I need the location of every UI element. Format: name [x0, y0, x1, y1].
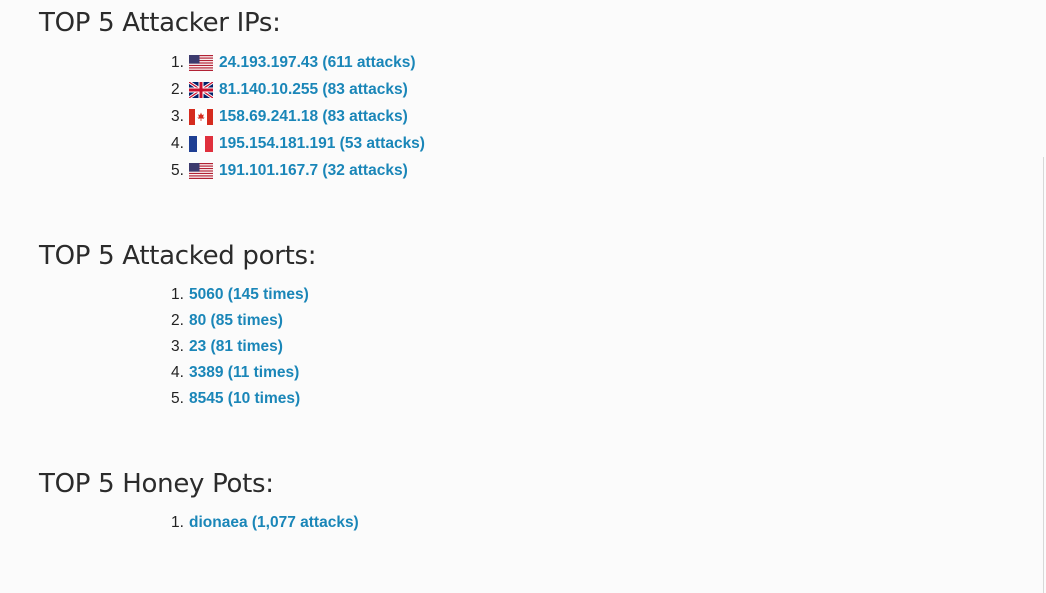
attacker-ip-link[interactable]: 81.140.10.255 (83 attacks) [219, 76, 408, 103]
port-link[interactable]: 8545 (10 times) [189, 386, 300, 412]
list-item: 1. 24.193.197.43 (611 attacks) [171, 49, 425, 76]
honey-pot-link[interactable]: dionaea (1,077 attacks) [189, 510, 359, 536]
item-number: 2. [171, 312, 184, 329]
us-flag-icon [189, 54, 213, 71]
honey-pots-section: TOP 5 Honey Pots: [39, 468, 274, 500]
list-item: 2. 80 (85 times) [171, 308, 309, 334]
list-item: 4. 195.154.181.191 (53 attacks) [171, 130, 425, 157]
attacker-ip-link[interactable]: 24.193.197.43 (611 attacks) [219, 49, 416, 76]
item-number: 4. [171, 135, 184, 152]
port-link[interactable]: 5060 (145 times) [189, 282, 309, 308]
attacked-ports-section: TOP 5 Attacked ports: [39, 240, 317, 272]
list-item: 1. dionaea (1,077 attacks) [171, 510, 359, 536]
list-item: 3. 23 (81 times) [171, 334, 309, 360]
divider [1043, 157, 1044, 593]
attacker-ips-heading: TOP 5 Attacker IPs: [39, 8, 281, 38]
port-link[interactable]: 3389 (11 times) [189, 360, 299, 386]
item-number: 3. [171, 108, 184, 125]
fr-flag-icon [189, 135, 213, 152]
list-item: 5. 191.101.167.7 (32 attacks) [171, 157, 425, 184]
attacked-ports-heading: TOP 5 Attacked ports: [39, 241, 317, 271]
ca-flag-icon [189, 108, 213, 125]
honey-pots-heading: TOP 5 Honey Pots: [39, 469, 274, 499]
attacker-ips-list: 1. 24.193.197.43 (611 attacks) 2. 81.140… [171, 49, 425, 184]
uk-flag-icon [189, 81, 213, 98]
attacker-ip-link[interactable]: 191.101.167.7 (32 attacks) [219, 157, 408, 184]
page: TOP 5 Attacker IPs: 1. 24.193.197.43 (61… [0, 0, 1046, 593]
port-link[interactable]: 23 (81 times) [189, 334, 283, 360]
attacker-ip-link[interactable]: 158.69.241.18 (83 attacks) [219, 103, 408, 130]
item-number: 2. [171, 81, 184, 98]
list-item: 1. 5060 (145 times) [171, 282, 309, 308]
list-item: 5. 8545 (10 times) [171, 386, 309, 412]
port-link[interactable]: 80 (85 times) [189, 308, 283, 334]
item-number: 5. [171, 162, 184, 179]
list-item: 2. 81.140.10.255 (83 attacks) [171, 76, 425, 103]
item-number: 1. [171, 286, 184, 303]
item-number: 3. [171, 338, 184, 355]
list-item: 4. 3389 (11 times) [171, 360, 309, 386]
item-number: 4. [171, 364, 184, 381]
item-number: 5. [171, 390, 184, 407]
attacker-ip-link[interactable]: 195.154.181.191 (53 attacks) [219, 130, 425, 157]
list-item: 3. 158.69.241.18 (83 attacks) [171, 103, 425, 130]
honey-pots-list: 1. dionaea (1,077 attacks) [171, 510, 359, 536]
attacked-ports-list: 1. 5060 (145 times) 2. 80 (85 times) 3. … [171, 282, 309, 412]
item-number: 1. [171, 54, 184, 71]
item-number: 1. [171, 514, 184, 531]
us-flag-icon [189, 162, 213, 179]
attacker-ips-section: TOP 5 Attacker IPs: [39, 7, 281, 39]
